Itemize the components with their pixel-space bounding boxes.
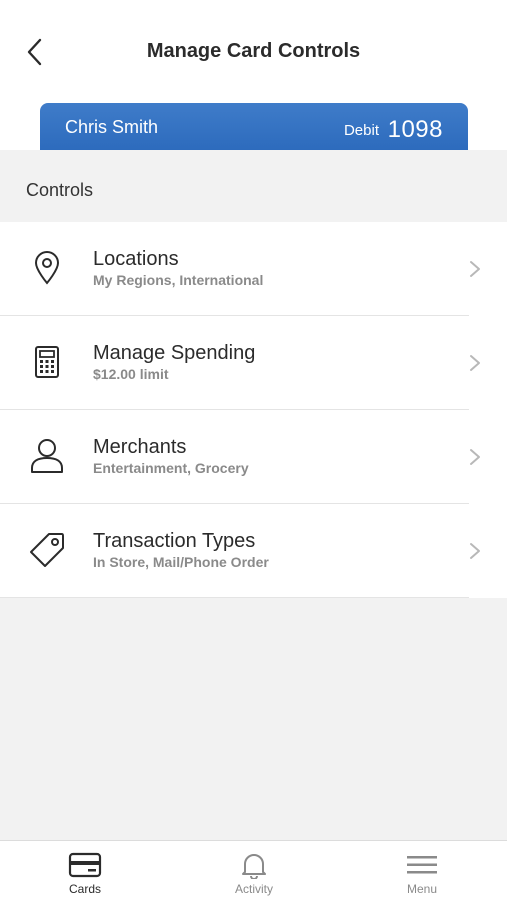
tag-icon (25, 528, 69, 572)
chevron-right-icon (470, 355, 480, 371)
chevron-right-icon (470, 543, 480, 559)
control-title: Manage Spending (93, 342, 256, 364)
person-icon (25, 434, 69, 478)
control-title: Locations (93, 248, 179, 270)
control-row-locations[interactable]: Locations My Regions, International (0, 222, 507, 316)
tab-activity[interactable]: Activity (194, 841, 314, 900)
controls-list: Locations My Regions, International Mana… (0, 222, 507, 598)
tab-label: Activity (234, 882, 273, 896)
card-icon (68, 851, 102, 879)
control-subtitle: $12.00 limit (93, 366, 169, 382)
control-subtitle: My Regions, International (93, 272, 264, 288)
row-divider (0, 597, 469, 598)
hamburger-icon (406, 851, 438, 879)
control-subtitle: In Store, Mail/Phone Order (93, 554, 269, 570)
calculator-icon (25, 340, 69, 384)
tab-label: Cards (68, 882, 101, 896)
control-title: Merchants (93, 436, 187, 458)
control-row-manage-spending[interactable]: Manage Spending $12.00 limit (0, 316, 507, 410)
chevron-right-icon (470, 261, 480, 277)
control-title: Transaction Types (93, 530, 256, 552)
tab-cards[interactable]: Cards (25, 841, 145, 900)
card-last-four: 1098 (387, 116, 443, 143)
card-holder-name: Chris Smith (65, 117, 159, 137)
section-label-controls: Controls (26, 180, 94, 200)
control-subtitle: Entertainment, Grocery (93, 460, 249, 476)
control-row-transaction-types[interactable]: Transaction Types In Store, Mail/Phone O… (0, 504, 507, 598)
screen: Manage Card Controls Chris Smith Debit 1… (0, 0, 507, 900)
location-pin-icon (25, 246, 69, 290)
tab-menu[interactable]: Menu (362, 841, 482, 900)
control-row-merchants[interactable]: Merchants Entertainment, Grocery (0, 410, 507, 504)
tab-label: Menu (406, 882, 438, 896)
chevron-right-icon (470, 449, 480, 465)
bell-icon (241, 851, 267, 879)
debit-card[interactable]: Chris Smith Debit 1098 (40, 103, 468, 150)
top-bar: Manage Card Controls Chris Smith Debit 1… (0, 0, 507, 150)
page-title: Manage Card Controls (146, 40, 361, 62)
bottom-tab-bar: Cards Activity Menu (0, 840, 507, 900)
card-type: Debit (343, 122, 379, 139)
